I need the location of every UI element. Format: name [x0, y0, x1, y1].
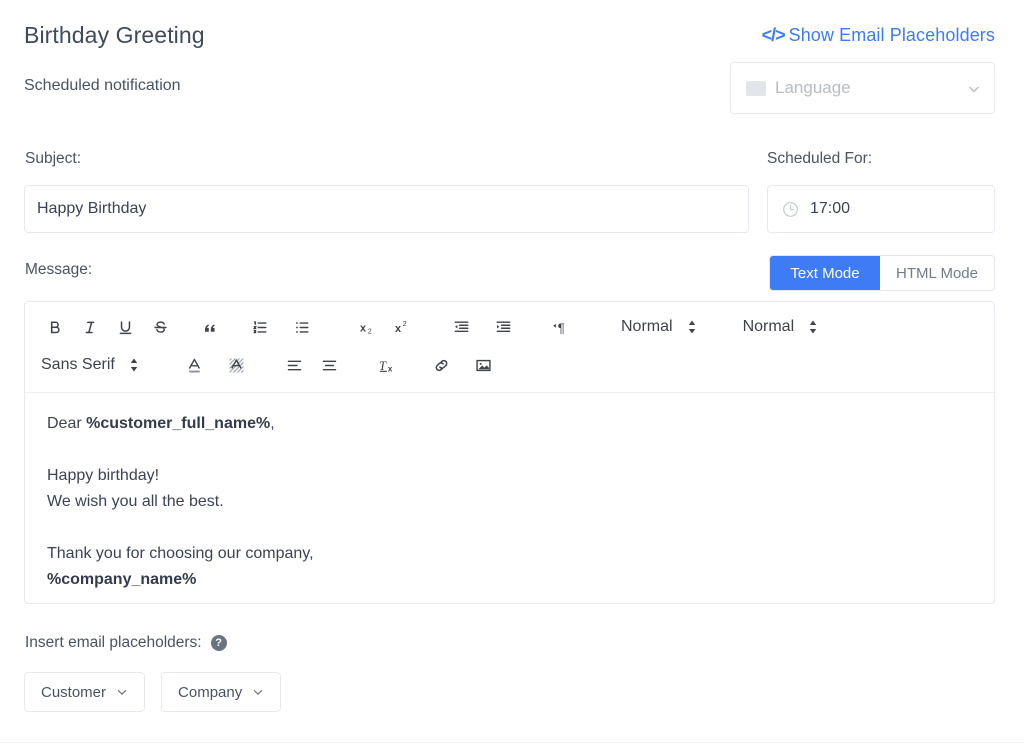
- editor-line-greeting: Dear %customer_full_name%,: [47, 411, 972, 437]
- tab-html-mode[interactable]: HTML Mode: [880, 256, 994, 290]
- align-center-icon[interactable]: [316, 351, 344, 379]
- insert-placeholders-row: Insert email placeholders: ?: [25, 634, 227, 652]
- svg-text:x: x: [360, 322, 366, 334]
- font-select-value: Sans Serif: [41, 356, 115, 373]
- bottom-divider: [0, 742, 1024, 743]
- code-brackets-icon: </>: [761, 25, 786, 45]
- message-label: Message:: [25, 261, 93, 278]
- insert-placeholders-label: Insert email placeholders:: [25, 634, 202, 651]
- greeting-prefix: Dear: [47, 415, 87, 432]
- svg-text:x: x: [388, 364, 393, 373]
- editor-line-4: Thank you for choosing our company,: [47, 545, 314, 562]
- greeting-suffix: ,: [270, 415, 275, 432]
- header-select-value: Normal: [742, 318, 795, 335]
- ordered-list-icon[interactable]: [246, 313, 274, 341]
- subscript-icon[interactable]: x 2: [354, 313, 382, 341]
- chevron-down-icon: [116, 686, 128, 698]
- scheduled-time-value: 17:00: [810, 200, 851, 217]
- toolbar-row-2: Sans Serif T x: [41, 346, 984, 384]
- clear-formatting-icon[interactable]: T x: [374, 351, 402, 379]
- updown-chevron-icon: [808, 319, 818, 335]
- size-select[interactable]: Normal: [621, 318, 697, 336]
- image-icon[interactable]: [470, 351, 498, 379]
- toolbar-row-1: x 2 x 2 ¶ Normal Normal: [41, 308, 984, 346]
- subject-label: Subject:: [25, 150, 82, 167]
- size-select-value: Normal: [621, 318, 673, 335]
- strikethrough-icon[interactable]: [146, 313, 174, 341]
- page-subtitle: Scheduled notification: [24, 77, 181, 94]
- clock-icon: [782, 201, 799, 218]
- customer-placeholder-token: %customer_full_name%: [86, 415, 271, 432]
- rich-text-editor: x 2 x 2 ¶ Normal Normal Sans Serif T x D…: [24, 301, 995, 604]
- placeholder-buttons: Customer Company: [24, 672, 282, 712]
- bold-icon[interactable]: [41, 313, 69, 341]
- language-select-value: Language: [775, 78, 851, 97]
- page-title: Birthday Greeting: [24, 22, 205, 48]
- svg-text:T: T: [379, 358, 387, 372]
- customer-placeholder-label: Customer: [41, 683, 107, 701]
- header-select[interactable]: Normal: [743, 318, 819, 336]
- language-select[interactable]: Language: [730, 62, 995, 114]
- text-direction-icon[interactable]: ¶: [547, 313, 575, 341]
- show-email-placeholders-link[interactable]: </> Show Email Placeholders: [762, 25, 995, 46]
- chevron-down-icon: [967, 82, 980, 95]
- company-placeholder-token: %company_name%: [47, 571, 197, 588]
- subject-input-value: Happy Birthday: [37, 200, 147, 217]
- editor-content[interactable]: Dear %customer_full_name%, Happy birthda…: [25, 393, 994, 593]
- company-placeholder-label: Company: [178, 683, 243, 701]
- svg-text:x: x: [395, 323, 401, 335]
- email-template-editor-page: Birthday Greeting Scheduled notification…: [0, 0, 1024, 751]
- text-color-icon[interactable]: [181, 351, 209, 379]
- customer-placeholder-dropdown[interactable]: Customer: [24, 672, 146, 712]
- editor-blank-line: [47, 515, 972, 541]
- chevron-down-icon: [252, 686, 264, 698]
- updown-chevron-icon: [129, 357, 139, 373]
- blockquote-icon[interactable]: [196, 313, 224, 341]
- show-email-placeholders-label: Show Email Placeholders: [788, 25, 995, 45]
- scheduled-time-input[interactable]: 17:00: [767, 185, 995, 233]
- tab-text-mode[interactable]: Text Mode: [770, 256, 880, 290]
- editor-line-2: Happy birthday!: [47, 467, 160, 484]
- outdent-icon[interactable]: [447, 313, 475, 341]
- editor-mode-toggle: Text Mode HTML Mode: [769, 255, 995, 291]
- help-circle-icon[interactable]: ?: [210, 635, 227, 651]
- svg-text:2: 2: [402, 320, 406, 328]
- italic-icon[interactable]: [76, 313, 104, 341]
- superscript-icon[interactable]: x 2: [389, 313, 417, 341]
- company-placeholder-dropdown[interactable]: Company: [161, 672, 282, 712]
- subject-input[interactable]: Happy Birthday: [24, 185, 749, 233]
- indent-icon[interactable]: [489, 313, 517, 341]
- background-color-icon[interactable]: [223, 351, 251, 379]
- editor-line-3: We wish you all the best.: [47, 493, 224, 510]
- editor-line-signature: %company_name%: [47, 567, 972, 593]
- bullet-list-icon[interactable]: [288, 313, 316, 341]
- link-icon[interactable]: [428, 351, 456, 379]
- scheduled-for-label: Scheduled For:: [767, 150, 873, 167]
- font-select[interactable]: Sans Serif: [41, 356, 139, 374]
- editor-toolbar: x 2 x 2 ¶ Normal Normal Sans Serif T x: [25, 302, 994, 393]
- underline-icon[interactable]: [111, 313, 139, 341]
- svg-text:¶: ¶: [557, 320, 564, 335]
- page-header: Birthday Greeting Scheduled notification: [24, 20, 205, 96]
- svg-text:2: 2: [367, 327, 371, 335]
- editor-blank-line: [47, 437, 972, 463]
- align-icon[interactable]: [281, 351, 309, 379]
- updown-chevron-icon: [687, 319, 697, 335]
- flag-placeholder-icon: [746, 80, 766, 96]
